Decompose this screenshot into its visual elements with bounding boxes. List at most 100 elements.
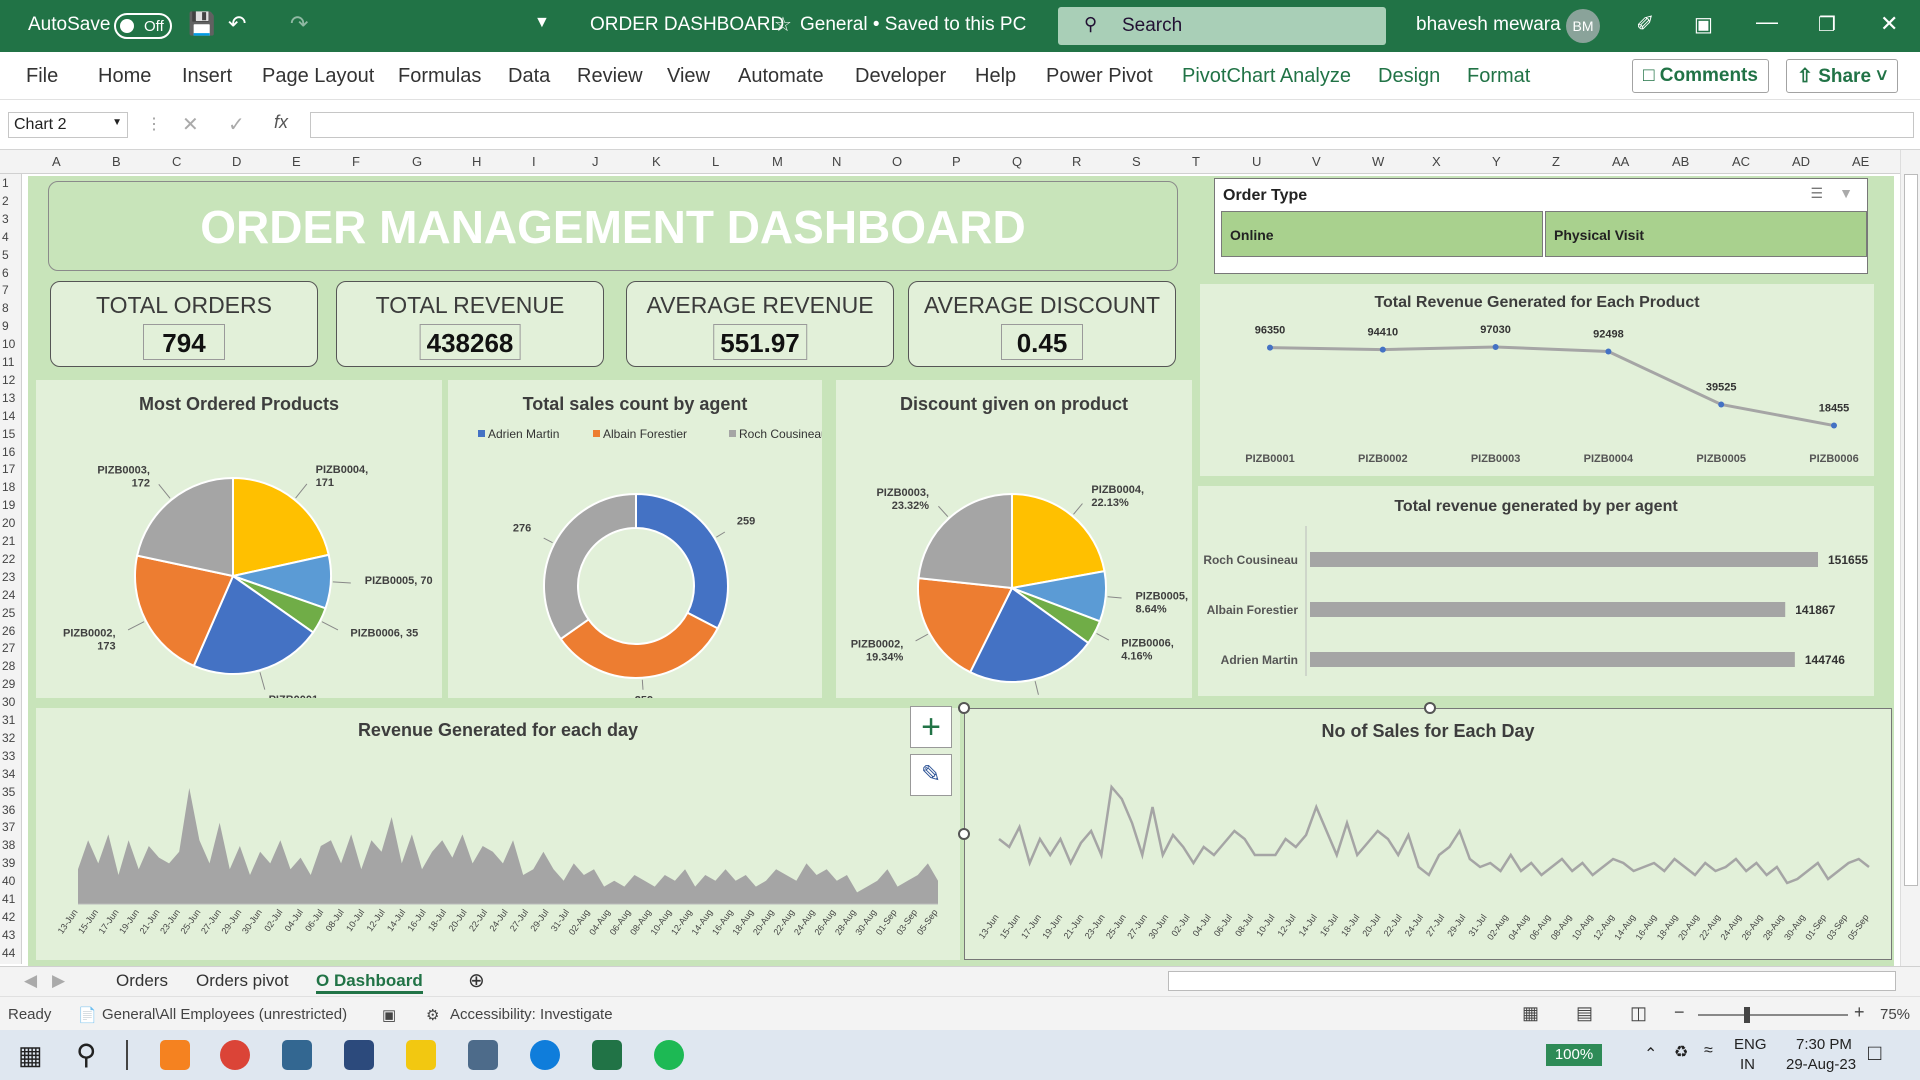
- name-box[interactable]: Chart 2 ▼: [8, 112, 128, 138]
- column-header[interactable]: B: [112, 154, 121, 169]
- horizontal-scrollbar[interactable]: [1168, 971, 1896, 991]
- multi-select-icon[interactable]: ☰: [1810, 185, 1823, 202]
- row-header[interactable]: 37: [2, 820, 15, 834]
- tab-home[interactable]: Home: [98, 65, 151, 88]
- resize-handle[interactable]: [958, 828, 970, 840]
- redo-icon[interactable]: ↷: [290, 11, 308, 37]
- pen-icon[interactable]: ✐: [1636, 11, 1654, 37]
- column-header[interactable]: N: [832, 154, 841, 169]
- column-header[interactable]: O: [892, 154, 902, 169]
- tab-file[interactable]: File: [26, 65, 58, 88]
- row-header[interactable]: 4: [2, 230, 9, 244]
- row-header[interactable]: 33: [2, 749, 15, 763]
- page-layout-view-icon[interactable]: ▤: [1576, 1003, 1593, 1024]
- sheet-tab-orders[interactable]: Orders: [116, 971, 168, 991]
- column-header[interactable]: AD: [1792, 154, 1810, 169]
- row-header[interactable]: 7: [2, 283, 9, 297]
- excel-icon[interactable]: [592, 1040, 622, 1070]
- column-header[interactable]: Z: [1552, 154, 1560, 169]
- row-header[interactable]: 35: [2, 785, 15, 799]
- wifi-icon[interactable]: ≈: [1704, 1042, 1713, 1060]
- tab-power-pivot[interactable]: Power Pivot: [1046, 65, 1153, 88]
- row-header[interactable]: 12: [2, 373, 15, 387]
- row-header[interactable]: 16: [2, 445, 15, 459]
- minimize-icon[interactable]: —: [1756, 9, 1778, 35]
- row-header[interactable]: 17: [2, 462, 15, 476]
- notification-icon[interactable]: □: [1868, 1040, 1881, 1066]
- column-header[interactable]: X: [1432, 154, 1441, 169]
- row-header[interactable]: 6: [2, 266, 9, 280]
- column-header[interactable]: T: [1192, 154, 1200, 169]
- row-header[interactable]: 39: [2, 856, 15, 870]
- column-header[interactable]: V: [1312, 154, 1321, 169]
- column-header[interactable]: Y: [1492, 154, 1501, 169]
- row-header[interactable]: 22: [2, 552, 15, 566]
- row-header[interactable]: 21: [2, 534, 15, 548]
- row-header[interactable]: 23: [2, 570, 15, 584]
- column-header[interactable]: P: [952, 154, 961, 169]
- column-header[interactable]: W: [1372, 154, 1384, 169]
- ribbon-display-icon[interactable]: ▣: [1694, 12, 1713, 37]
- tab-formulas[interactable]: Formulas: [398, 65, 481, 88]
- sheet-tab-orders-pivot[interactable]: Orders pivot: [196, 971, 289, 991]
- sales-per-day-chart[interactable]: No of Sales for Each Day 13-Jun 15-Jun 17-…: [964, 708, 1892, 960]
- column-header[interactable]: E: [292, 154, 301, 169]
- row-header[interactable]: 20: [2, 516, 15, 530]
- column-header[interactable]: R: [1072, 154, 1081, 169]
- search-icon[interactable]: ⚲: [76, 1038, 97, 1071]
- column-header[interactable]: A: [52, 154, 61, 169]
- scroll-thumb[interactable]: [1904, 174, 1918, 886]
- postgres-icon[interactable]: [282, 1040, 312, 1070]
- row-header[interactable]: 32: [2, 731, 15, 745]
- windows-start-icon[interactable]: ▦: [18, 1040, 43, 1071]
- chrome-icon[interactable]: [220, 1040, 250, 1070]
- vlc-icon[interactable]: [160, 1040, 190, 1070]
- tab-insert[interactable]: Insert: [182, 65, 232, 88]
- row-header[interactable]: 26: [2, 624, 15, 638]
- row-header[interactable]: 14: [2, 409, 15, 423]
- autosave-toggle[interactable]: Off: [114, 13, 172, 39]
- row-header[interactable]: 27: [2, 641, 15, 655]
- column-header[interactable]: K: [652, 154, 661, 169]
- row-header[interactable]: 30: [2, 695, 15, 709]
- zoom-slider[interactable]: [1698, 1007, 1848, 1023]
- language-secondary[interactable]: IN: [1740, 1056, 1755, 1073]
- column-header[interactable]: H: [472, 154, 481, 169]
- row-header[interactable]: 2: [2, 194, 9, 208]
- column-header[interactable]: M: [772, 154, 783, 169]
- row-header[interactable]: 28: [2, 659, 15, 673]
- column-header[interactable]: Q: [1012, 154, 1022, 169]
- revenue-per-day-chart[interactable]: Revenue Generated for each day 13-Jun 15-…: [36, 708, 960, 960]
- column-header[interactable]: AC: [1732, 154, 1750, 169]
- row-header[interactable]: 44: [2, 946, 15, 960]
- row-header[interactable]: 11: [2, 355, 14, 369]
- edge-icon[interactable]: [530, 1040, 560, 1070]
- column-header[interactable]: D: [232, 154, 241, 169]
- cancel-icon[interactable]: ✕: [182, 112, 199, 137]
- slicer-item-online[interactable]: Online: [1221, 211, 1543, 257]
- row-header[interactable]: 9: [2, 319, 9, 333]
- tab-pivotchart-analyze[interactable]: PivotChart Analyze: [1182, 65, 1351, 88]
- add-sheet-icon[interactable]: ⊕: [468, 968, 485, 993]
- column-header[interactable]: L: [712, 154, 719, 169]
- avatar[interactable]: BM: [1566, 9, 1600, 43]
- share-button[interactable]: ⇧ Share ˅: [1786, 59, 1899, 93]
- row-header[interactable]: 31: [2, 713, 15, 727]
- customize-toolbar-icon[interactable]: ▼: [534, 14, 550, 32]
- search-box[interactable]: ⚲ Search: [1058, 7, 1386, 45]
- macro-icon[interactable]: ▣: [382, 1006, 396, 1024]
- tab-help[interactable]: Help: [975, 65, 1016, 88]
- discount-on-product-chart[interactable]: Discount given on product PIZB0004, 22.13…: [836, 380, 1192, 698]
- clear-filter-icon[interactable]: ▼: [1839, 185, 1853, 201]
- app-icon[interactable]: [344, 1040, 374, 1070]
- zoom-thumb[interactable]: [1744, 1007, 1750, 1023]
- column-header[interactable]: G: [412, 154, 422, 169]
- row-header[interactable]: 1: [2, 176, 9, 190]
- tab-scroll-left-icon[interactable]: ◀: [24, 971, 37, 991]
- row-header[interactable]: 42: [2, 910, 15, 924]
- column-header[interactable]: I: [532, 154, 536, 169]
- tab-design[interactable]: Design: [1378, 65, 1440, 88]
- column-header[interactable]: C: [172, 154, 181, 169]
- row-header[interactable]: 24: [2, 588, 15, 602]
- zoom-in-icon[interactable]: +: [1854, 1002, 1865, 1023]
